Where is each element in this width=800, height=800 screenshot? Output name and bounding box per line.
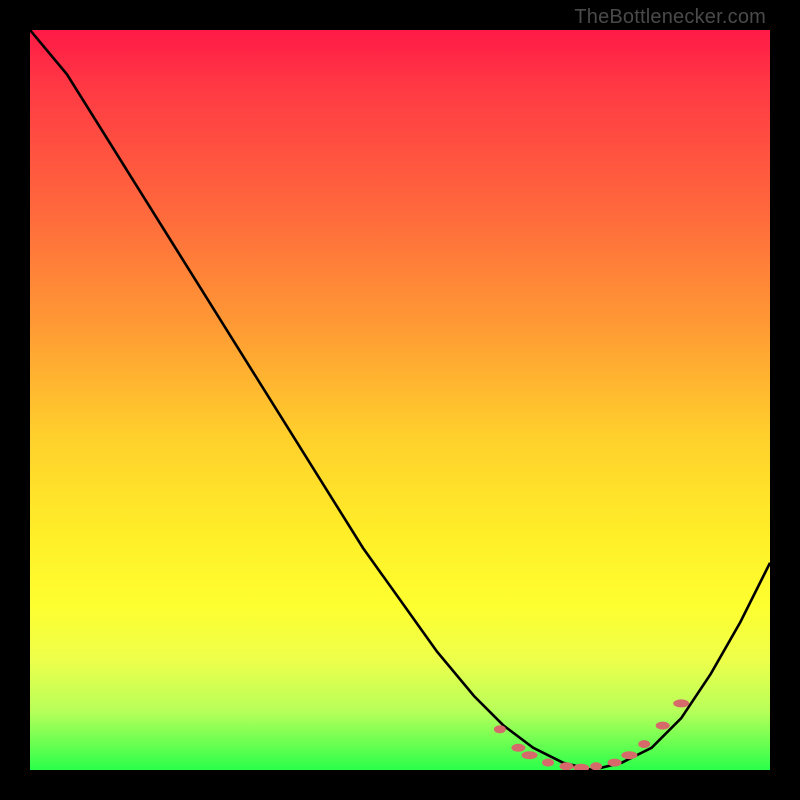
chart-svg: [30, 30, 770, 770]
curve-marker: [656, 722, 670, 730]
curve-marker: [522, 751, 538, 759]
watermark-text: TheBottlenecker.com: [574, 6, 766, 29]
curve-marker: [621, 751, 637, 759]
curve-marker-group: [494, 699, 689, 770]
curve-marker: [560, 762, 574, 770]
curve-marker: [511, 744, 525, 752]
bottleneck-curve: [30, 30, 770, 770]
curve-marker: [638, 740, 650, 748]
curve-marker: [494, 725, 506, 733]
curve-marker: [673, 699, 689, 707]
chart-frame: TheBottlenecker.com: [0, 0, 800, 800]
curve-marker: [542, 759, 554, 767]
curve-marker: [608, 759, 622, 767]
curve-marker: [590, 762, 602, 770]
